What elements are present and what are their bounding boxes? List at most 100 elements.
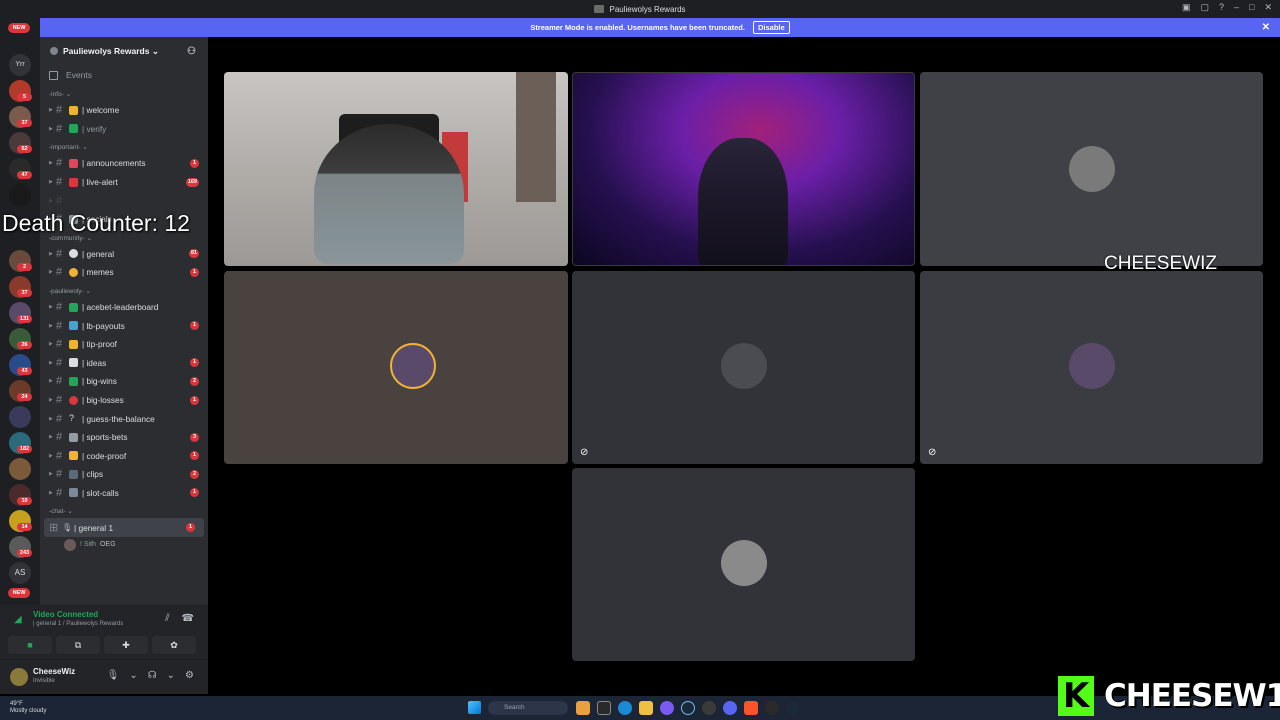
server-icon[interactable] bbox=[9, 406, 31, 428]
video-tile-avatar[interactable]: ⊘ bbox=[572, 271, 915, 464]
channel-verify[interactable]: ▶ # | verify bbox=[40, 120, 208, 139]
category-important[interactable]: -important- ⌄ bbox=[40, 141, 208, 154]
channel-big-losses[interactable]: ▶ # | big-losses 1 bbox=[40, 391, 208, 410]
mic-icon[interactable]: 🎙 bbox=[107, 670, 120, 681]
channel-hidden[interactable]: ▶ # bbox=[40, 191, 208, 210]
death-counter-overlay: Death Counter: 12 bbox=[2, 210, 190, 236]
maximize-button[interactable]: □ bbox=[1249, 2, 1254, 13]
avatar bbox=[721, 540, 767, 586]
caret-icon: ▶ bbox=[49, 378, 53, 385]
server-icon-text[interactable]: Yrr bbox=[9, 54, 31, 76]
app-icon[interactable] bbox=[765, 701, 779, 715]
hash-icon: # bbox=[56, 194, 63, 207]
discord-icon[interactable] bbox=[723, 701, 737, 715]
screen-share-button[interactable]: ⧉ bbox=[56, 636, 100, 654]
channel-slot-calls[interactable]: ▶ # | slot-calls 1 bbox=[40, 484, 208, 503]
user-tag: OEG bbox=[99, 541, 116, 549]
activities-icon: ✚ bbox=[122, 639, 130, 650]
task-view-icon[interactable] bbox=[597, 701, 611, 715]
headphones-icon[interactable]: ☊ bbox=[148, 670, 157, 681]
chevron-down-icon[interactable]: ⌄ bbox=[167, 670, 175, 681]
video-tile-camera[interactable] bbox=[224, 72, 568, 266]
unread-badge: 1 bbox=[190, 158, 199, 168]
unread-badge: 2 bbox=[190, 469, 199, 479]
add-member-icon[interactable]: ⚇ bbox=[187, 46, 196, 57]
hash-icon: # bbox=[56, 375, 63, 388]
caret-icon: ▶ bbox=[49, 160, 53, 167]
voice-panel-actions: ⫽ ☎ bbox=[165, 613, 194, 624]
brave-icon[interactable] bbox=[744, 701, 758, 715]
card-emoji-icon bbox=[69, 321, 78, 331]
video-tile-avatar[interactable] bbox=[224, 271, 568, 464]
voice-status[interactable]: Video Connected bbox=[33, 610, 98, 619]
disable-streamer-mode-button[interactable]: Disable bbox=[752, 21, 790, 34]
chevron-down-icon[interactable]: ⌄ bbox=[129, 670, 137, 681]
channel-acebet-leaderboard[interactable]: ▶ # | acebet-leaderboard bbox=[40, 298, 208, 317]
voice-connection-panel: ◢ Video Connected | general 1 / Pauliewo… bbox=[0, 605, 208, 660]
voice-user[interactable]: ! Sith OEG bbox=[40, 537, 208, 553]
screen-icon[interactable]: ▢ bbox=[1200, 2, 1209, 13]
weather-widget[interactable]: 49°F Mostly cloudy bbox=[10, 701, 46, 715]
channel-label: | clips bbox=[82, 469, 104, 480]
hash-icon: # bbox=[56, 431, 63, 444]
channel-code-proof[interactable]: ▶ # | code-proof 1 bbox=[40, 447, 208, 466]
video-tile-avatar[interactable] bbox=[920, 72, 1263, 266]
soundboard-button[interactable]: ✿ bbox=[152, 636, 196, 654]
unread-badge: 81 bbox=[188, 249, 199, 259]
unread-badge: 1 bbox=[190, 358, 199, 368]
category-chat[interactable]: -chat- ⌄ bbox=[40, 505, 208, 518]
disconnect-icon[interactable]: ☎ bbox=[182, 613, 194, 624]
channel-live-alert[interactable]: ▶ # | live-alert 169 bbox=[40, 173, 208, 192]
channel-sports-bets[interactable]: ▶ # | sports-bets 3 bbox=[40, 428, 208, 447]
caret-icon: ▶ bbox=[49, 471, 53, 478]
ticket-emoji-icon bbox=[69, 451, 78, 461]
channel-guess-the-balance[interactable]: ▶ #? | guess-the-balance bbox=[40, 409, 208, 428]
close-banner-icon[interactable]: ✕ bbox=[1262, 22, 1270, 33]
hash-icon: # bbox=[56, 449, 63, 462]
help-icon[interactable]: ? bbox=[1219, 2, 1224, 13]
noise-suppression-icon[interactable]: ⫽ bbox=[165, 613, 169, 624]
channel-lb-payouts[interactable]: ▶ # | lb-payouts 1 bbox=[40, 316, 208, 335]
edge-icon[interactable] bbox=[618, 701, 632, 715]
caret-icon: ▶ bbox=[49, 341, 53, 348]
channel-ideas[interactable]: ▶ # | ideas 1 bbox=[40, 354, 208, 373]
events-row[interactable]: Events bbox=[40, 65, 208, 85]
channel-clips[interactable]: ▶ # | clips 2 bbox=[40, 465, 208, 484]
steam-icon[interactable] bbox=[786, 701, 800, 715]
video-tile-avatar[interactable] bbox=[572, 468, 915, 661]
channel-general[interactable]: ▶ # | general 81 bbox=[40, 245, 208, 264]
avatar[interactable] bbox=[10, 668, 28, 686]
taskbar-search[interactable]: Search bbox=[488, 701, 568, 715]
server-icon[interactable] bbox=[9, 458, 31, 480]
channel-announcements[interactable]: ▶ # | announcements 1 bbox=[40, 154, 208, 173]
caret-icon: ▶ bbox=[49, 359, 53, 366]
app-icon[interactable] bbox=[702, 701, 716, 715]
inbox-icon[interactable]: ▣ bbox=[1182, 2, 1191, 13]
folder-icon[interactable] bbox=[639, 701, 653, 715]
category-pauliewoly[interactable]: -pauliewoly- ⌄ bbox=[40, 285, 208, 298]
channel-memes[interactable]: ▶ # | memes 1 bbox=[40, 263, 208, 282]
video-tile-camera[interactable] bbox=[572, 72, 915, 266]
camera-button[interactable]: ■ bbox=[8, 636, 52, 654]
server-header[interactable]: Pauliewolys Rewards ⌄ ⚇ bbox=[40, 37, 208, 65]
signal-icon[interactable]: ◢ bbox=[14, 614, 22, 625]
video-tile-avatar[interactable]: ⊘ bbox=[920, 271, 1263, 464]
minimize-button[interactable]: – bbox=[1234, 2, 1239, 13]
server-rail: NEW Yrr 5 37 62 47 2 37 131 26 43 24 182… bbox=[0, 18, 40, 694]
app-icon[interactable] bbox=[576, 701, 590, 715]
channel-welcome[interactable]: ▶ # | welcome bbox=[40, 101, 208, 120]
voice-channel-general-1[interactable]: ⊞ 🎙 | general 1 1 bbox=[44, 518, 204, 537]
gear-icon[interactable]: ⚙ bbox=[185, 670, 194, 681]
channel-tip-proof[interactable]: ▶ # | tip-proof bbox=[40, 335, 208, 354]
category-info[interactable]: -info- ⌄ bbox=[40, 88, 208, 101]
channel-big-wins[interactable]: ▶ # | big-wins 2 bbox=[40, 372, 208, 391]
username[interactable]: CheeseWiz bbox=[33, 667, 75, 676]
app-icon[interactable] bbox=[660, 701, 674, 715]
server-icon[interactable] bbox=[9, 184, 31, 206]
close-window-button[interactable]: ✕ bbox=[1264, 2, 1272, 13]
start-icon[interactable] bbox=[468, 701, 481, 714]
money-bag-emoji-icon bbox=[69, 339, 78, 349]
activities-button[interactable]: ✚ bbox=[104, 636, 148, 654]
steam-icon[interactable] bbox=[681, 701, 695, 715]
server-icon-initials[interactable]: AS bbox=[9, 562, 31, 584]
